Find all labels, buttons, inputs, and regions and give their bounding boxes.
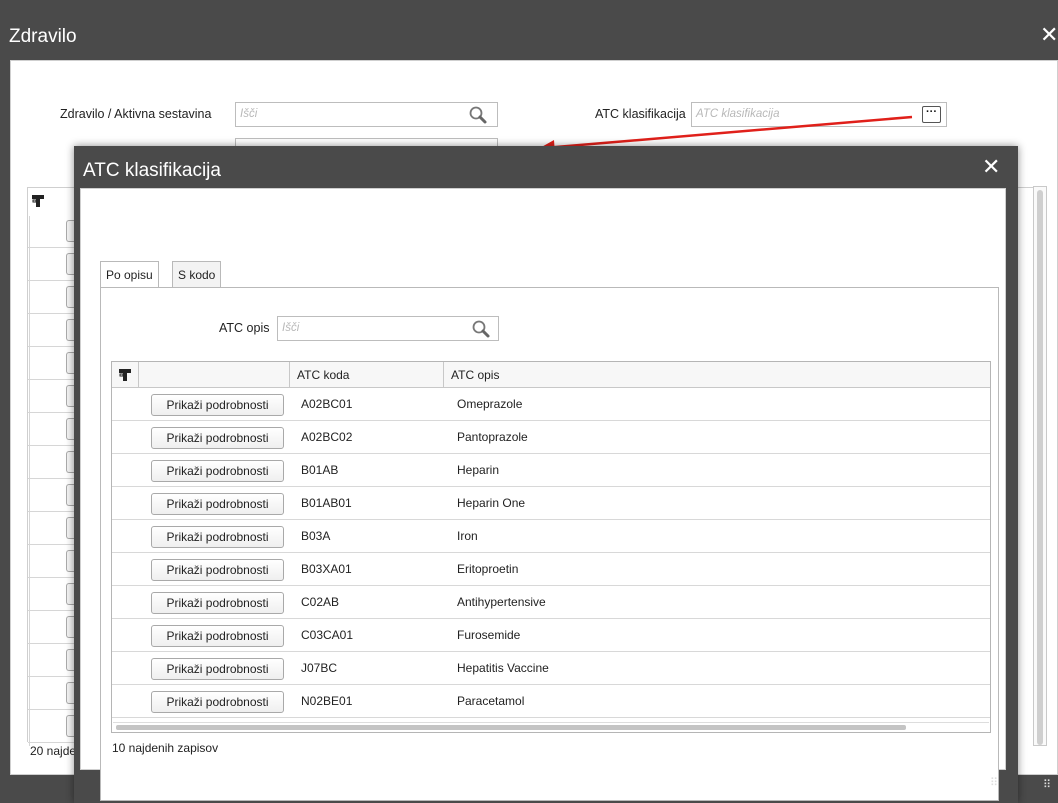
atc-description-cell: Heparin [457, 463, 500, 477]
show-details-button[interactable]: Prikaži podrobnosti [151, 658, 284, 680]
drug-search-placeholder: Išči [240, 108, 258, 120]
background-row-divider [28, 742, 74, 743]
background-row-divider [28, 445, 74, 446]
background-row-divider [28, 643, 74, 644]
show-details-button[interactable]: Prikaži podrobnosti [151, 526, 284, 548]
atc-description-cell: Antihypertensive [457, 595, 546, 609]
header-divider [138, 362, 139, 388]
drug-window-titlebar: Zdravilo ✕ [0, 0, 1058, 60]
resize-grip-icon[interactable]: ⠿ [1043, 778, 1051, 791]
atc-description-cell: Iron [457, 529, 478, 543]
table-row[interactable]: Prikaži podrobnosti B01AB Heparin [112, 454, 990, 487]
search-icon[interactable] [471, 319, 491, 339]
atc-picker-button[interactable]: ··· [922, 106, 941, 123]
table-row[interactable]: Prikaži podrobnosti B03A Iron [112, 520, 990, 553]
atc-description-cell: Paracetamol [457, 694, 525, 708]
scrollbar-thumb[interactable] [116, 725, 906, 730]
atc-code-cell: B01AB [301, 463, 339, 477]
close-icon[interactable]: ✕ [1040, 22, 1058, 48]
show-details-button[interactable]: Prikaži podrobnosti [151, 592, 284, 614]
atc-description-cell: Heparin One [457, 496, 526, 510]
table-row[interactable]: Prikaži podrobnosti J07BC Hepatitis Vaccin… [112, 652, 990, 685]
search-icon[interactable] [468, 105, 488, 125]
outer-records-count: 20 najdenih zapisov [30, 744, 74, 758]
atc-description-placeholder: Išči [282, 322, 300, 334]
show-details-button[interactable]: Prikaži podrobnosti [151, 394, 284, 416]
column-header-atc-description[interactable]: ATC opis [451, 368, 499, 382]
table-row[interactable]: Prikaži podrobnosti A02BC01 Omeprazole [112, 388, 990, 421]
filter-icon[interactable] [31, 194, 45, 208]
show-details-button[interactable]: Prikaži podrobnosti [151, 559, 284, 581]
background-row-divider [28, 676, 74, 677]
table-header: ATC koda ATC opis [112, 362, 990, 388]
atc-description-cell: Omeprazole [457, 397, 523, 411]
background-row-divider [28, 544, 74, 545]
drug-window-title: Zdravilo [9, 26, 77, 47]
atc-description-cell: Eritoproetin [457, 562, 519, 576]
dialog-title: ATC klasifikacija [83, 160, 221, 181]
table-row[interactable]: Prikaži podrobnosti C03CA01 Furosemide [112, 619, 990, 652]
table-row[interactable]: Prikaži podrobnosti A02BC02 Pantoprazole [112, 421, 990, 454]
background-row-divider [28, 577, 74, 578]
show-details-button[interactable]: Prikaži podrobnosti [151, 625, 284, 647]
atc-code-cell: C02AB [301, 595, 340, 609]
atc-description-label: ATC opis [219, 321, 270, 335]
dialog-body: Po opisu S kodo ATC opis Išči ATC koda A… [80, 188, 1006, 801]
background-row-divider [28, 412, 74, 413]
horizontal-scrollbar[interactable] [113, 722, 989, 732]
background-row-divider [28, 280, 74, 281]
grid-left-border [27, 187, 28, 742]
atc-description-cell: Hepatitis Vaccine [457, 661, 549, 675]
atc-description-input[interactable]: Išči [277, 316, 499, 341]
table-row[interactable]: Prikaži podrobnosti N02BE01 Paracetamol [112, 685, 990, 718]
atc-classification-dialog: ATC klasifikacija ✕ Po opisu S kodo ATC … [74, 146, 1018, 803]
atc-results-table: ATC koda ATC opis Prikaži podrobnosti A02… [111, 361, 991, 733]
atc-code-cell: B03XA01 [301, 562, 352, 576]
background-row-divider [28, 610, 74, 611]
table-row[interactable]: Prikaži podrobnosti C02AB Antihypertensive [112, 586, 990, 619]
show-details-button[interactable]: Prikaži podrobnosti [151, 427, 284, 449]
atc-description-cell: Pantoprazole [457, 430, 528, 444]
grid-col-divider [29, 216, 30, 746]
show-details-button[interactable]: Prikaži podrobnosti [151, 460, 284, 482]
resize-grip-icon[interactable]: ⠿ [990, 776, 998, 789]
background-row-divider [28, 709, 74, 710]
drug-search-input[interactable]: Išči [235, 102, 498, 127]
atc-code-cell: C03CA01 [301, 628, 354, 642]
show-details-button[interactable]: Prikaži podrobnosti [151, 493, 284, 515]
records-count: 10 najdenih zapisov [112, 741, 219, 755]
drug-search-label: Zdravilo / Aktivna sestavina [60, 107, 212, 121]
tab-by-description[interactable]: Po opisu [100, 261, 159, 287]
close-icon[interactable]: ✕ [982, 154, 1000, 180]
atc-code-cell: B03A [301, 529, 331, 543]
filter-icon[interactable] [118, 368, 132, 382]
table-row[interactable]: Prikaži podrobnosti B01AB01 Heparin One [112, 487, 990, 520]
header-divider [289, 362, 290, 388]
background-row-divider [28, 346, 74, 347]
table-row[interactable]: Prikaži podrobnosti B03XA01 Eritoproetin [112, 553, 990, 586]
header-divider [443, 362, 444, 388]
background-row-divider [28, 511, 74, 512]
atc-code-cell: B01AB01 [301, 496, 352, 510]
atc-code-cell: J07BC [301, 661, 338, 675]
atc-code-cell: A02BC02 [301, 430, 353, 444]
tab-by-code[interactable]: S kodo [172, 261, 222, 287]
show-details-button[interactable]: Prikaži podrobnosti [151, 691, 284, 713]
outer-scrollbar-thumb[interactable] [1037, 190, 1043, 745]
atc-code-cell: A02BC01 [301, 397, 353, 411]
background-row-divider [28, 247, 74, 248]
background-row-divider [28, 379, 74, 380]
atc-code-cell: N02BE01 [301, 694, 353, 708]
background-row-divider [28, 313, 74, 314]
background-row-divider [28, 478, 74, 479]
column-header-atc-code[interactable]: ATC koda [297, 368, 349, 382]
atc-description-cell: Furosemide [457, 628, 521, 642]
